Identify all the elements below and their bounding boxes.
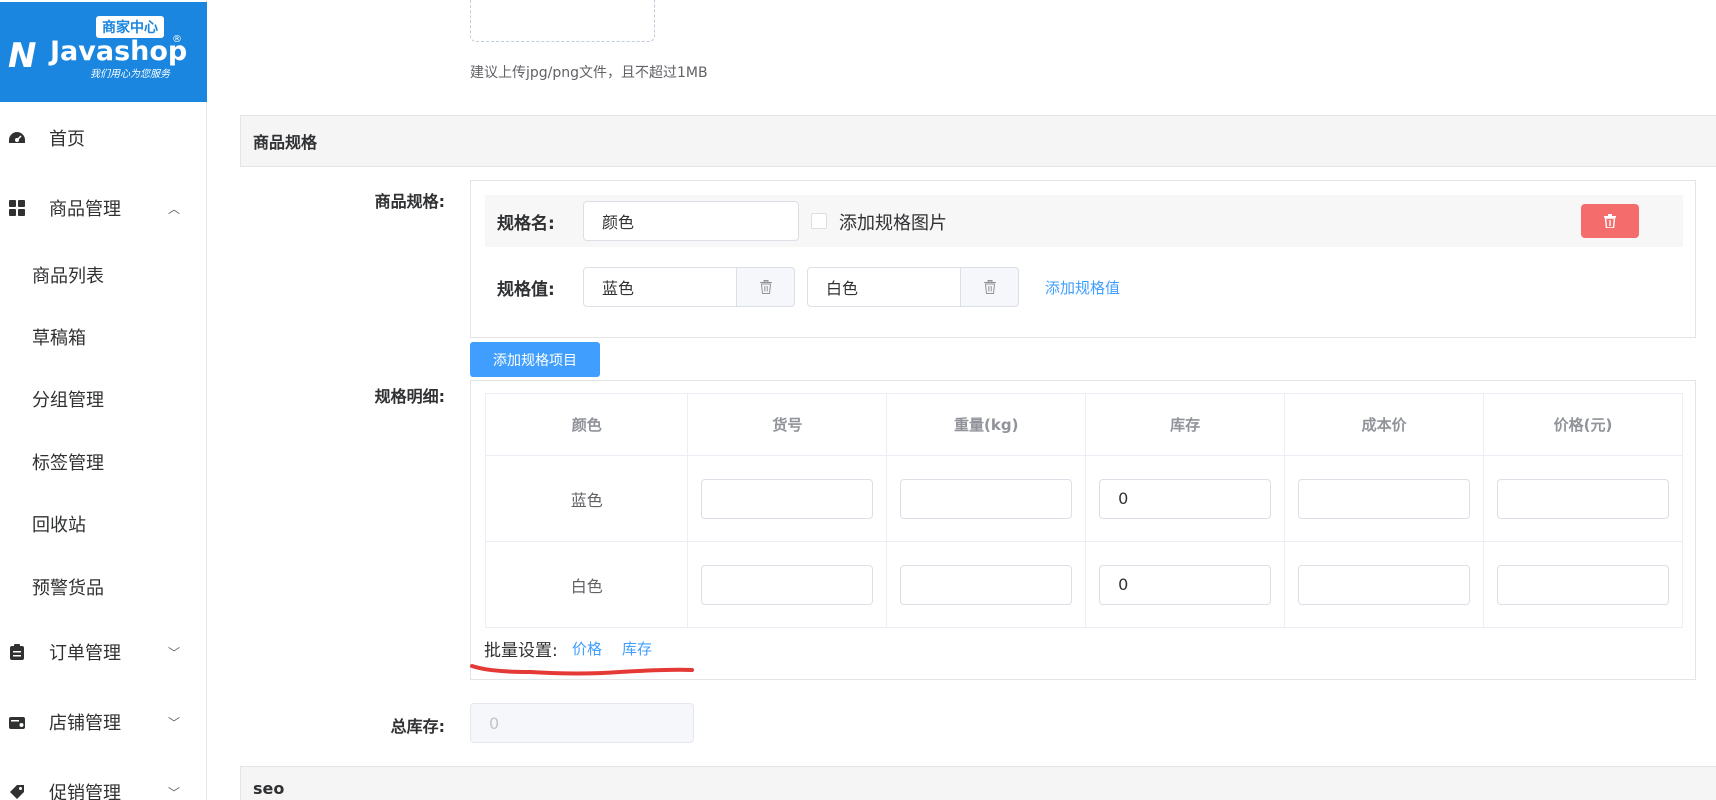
spec-value-label: 规格值: [497,280,555,300]
table-header-row: 颜色 货号 重量(kg) 库存 成本价 价格(元) [484,393,1683,456]
detail-box: 颜色 货号 重量(kg) 库存 成本价 价格(元) 蓝色 0 白色 0 [470,380,1696,680]
submenu-warning[interactable]: 预警货品 [32,574,104,600]
logo-mark: N [8,36,37,76]
table-header: 成本价 [1284,393,1485,456]
store-icon [9,717,25,729]
submenu-tags[interactable]: 标签管理 [32,449,104,475]
sku-input[interactable] [701,478,874,519]
batch-label: 批量设置: [484,641,558,661]
submenu-goods-list[interactable]: 商品列表 [32,262,104,288]
logo-name: Javashop [50,36,188,67]
tag-icon [10,785,24,799]
batch-stock-link[interactable]: 库存 [622,638,652,659]
logo[interactable]: 商家中心 N Javashop ® 我们用心为您服务 [0,2,207,102]
chevron-down-icon: ﹀ [168,715,181,730]
table-header: 价格(元) [1483,393,1683,456]
menu-label: 商品管理 [49,199,121,220]
add-image-checkbox[interactable] [811,213,827,229]
cost-input[interactable] [1298,478,1471,519]
weight-input[interactable] [900,478,1073,519]
upload-tip: 建议上传jpg/png文件，且不超过1MB [470,65,708,81]
trash-icon [983,280,996,294]
submenu-drafts[interactable]: 草稿箱 [32,324,86,350]
logo-slogan: 我们用心为您服务 [90,69,170,80]
logo-reg: ® [172,34,182,45]
table-header: 库存 [1085,393,1286,456]
spec-name-label: 规格名: [497,214,555,234]
dashboard-icon [9,132,25,143]
table-header: 货号 [687,393,888,456]
spec-box: 规格名: 颜色 添加规格图片 规格值: 蓝色 白色 添加规格值 [470,180,1696,338]
delete-value-button[interactable] [961,267,1019,307]
spec-name-row: 规格名: 颜色 添加规格图片 [485,195,1683,247]
chevron-up-icon: ︿ [168,201,181,216]
price-input[interactable] [1497,478,1670,519]
weight-input[interactable] [900,564,1073,605]
chevron-down-icon: ﹀ [168,645,181,660]
trash-icon [759,280,772,294]
detail-label: 规格明细: [374,387,445,406]
spec-label: 商品规格: [374,192,445,211]
logo-badge: 商家中心 [96,16,164,38]
spec-value-input[interactable]: 蓝色 [583,267,737,307]
delete-value-button[interactable] [737,267,795,307]
section-header-spec: 商品规格 [240,115,1716,167]
price-input[interactable] [1497,564,1670,605]
add-spec-item-button[interactable]: 添加规格项目 [470,342,600,377]
table-cell-color: 蓝色 [484,455,689,542]
spec-detail-table: 颜色 货号 重量(kg) 库存 成本价 价格(元) 蓝色 0 白色 0 [484,393,1683,628]
menu-label: 首页 [49,129,85,150]
stock-input[interactable]: 0 [1099,478,1272,519]
upload-box[interactable] [470,0,655,42]
table-row: 白色 0 [484,541,1683,628]
spec-value-input[interactable]: 白色 [807,267,961,307]
table-row: 蓝色 0 [484,455,1683,542]
menu-item-orders[interactable]: 订单管理 ﹀ [0,632,207,672]
menu-label: 店铺管理 [49,713,121,734]
submenu-recycle[interactable]: 回收站 [32,511,86,537]
menu-label: 促销管理 [49,783,121,800]
sku-input[interactable] [701,564,874,605]
trash-icon [1604,214,1616,228]
menu-item-goods[interactable]: 商品管理 ︿ [0,188,207,228]
chevron-down-icon: ﹀ [168,785,181,800]
clipboard-icon [10,644,24,660]
add-spec-value-link[interactable]: 添加规格值 [1045,277,1120,298]
batch-price-link[interactable]: 价格 [572,638,602,659]
stock-input[interactable]: 0 [1099,564,1272,605]
total-stock-input: 0 [470,703,694,743]
table-header: 颜色 [484,393,689,456]
total-stock-label: 总库存: [390,717,445,736]
spec-name-input[interactable]: 颜色 [583,201,799,241]
menu-item-promotion[interactable]: 促销管理 ﹀ [0,772,207,800]
table-cell-color: 白色 [484,541,689,628]
delete-spec-button[interactable] [1581,204,1639,238]
grid-icon [9,200,25,216]
add-image-label[interactable]: 添加规格图片 [839,209,947,235]
menu-item-home[interactable]: 首页 [0,118,207,158]
section-header-seo: seo [240,766,1716,800]
menu-label: 订单管理 [49,643,121,664]
sidebar: 商家中心 N Javashop ® 我们用心为您服务 首页 商品管理 ︿ 商品列… [0,0,207,800]
submenu-groups[interactable]: 分组管理 [32,386,104,412]
cost-input[interactable] [1298,564,1471,605]
table-header: 重量(kg) [886,393,1087,456]
red-underline-annotation [470,664,694,676]
menu-item-store[interactable]: 店铺管理 ﹀ [0,702,207,742]
